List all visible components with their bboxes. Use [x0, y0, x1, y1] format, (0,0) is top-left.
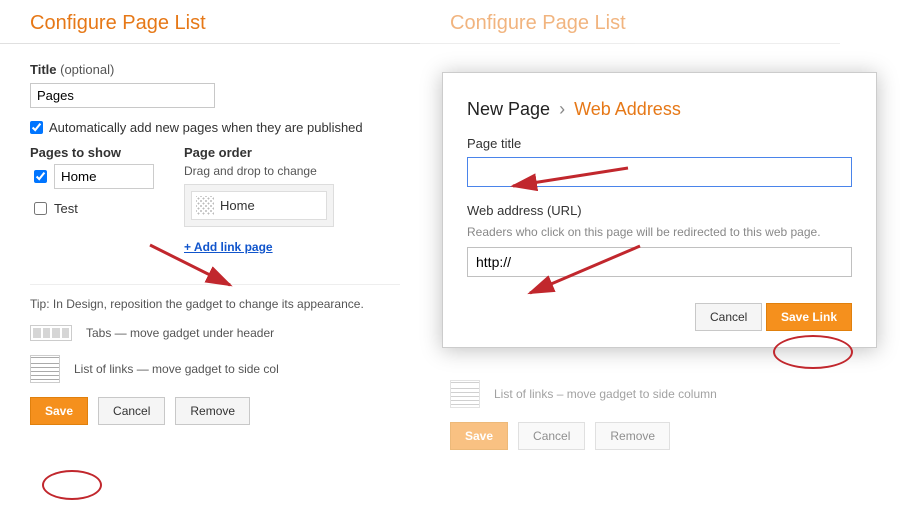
auto-add-row: Automatically add new pages when they ar… [30, 120, 400, 135]
page-order-hint: Drag and drop to change [184, 164, 334, 178]
divider [30, 284, 400, 285]
page-order-column: Page order Drag and drop to change Home … [184, 145, 334, 254]
list-icon [450, 380, 480, 408]
breadcrumb-first: New Page [467, 99, 550, 119]
pages-to-show-label: Pages to show [30, 145, 154, 160]
panel-heading: Configure Page List [450, 12, 820, 35]
drag-handle-icon[interactable] [196, 196, 214, 215]
hint-list-row: List of links – move gadget to side colu… [450, 380, 820, 408]
tip-text: Tip: In Design, reposition the gadget to… [30, 297, 400, 311]
hint-list-row: List of links — move gadget to side col [30, 355, 400, 383]
url-input[interactable] [467, 247, 852, 277]
page-title-label: Page title [467, 136, 852, 151]
remove-button[interactable]: Remove [175, 397, 250, 425]
modal-cancel-button[interactable]: Cancel [695, 303, 762, 331]
page-order-label: Page order [184, 145, 334, 160]
order-list: Home [184, 184, 334, 227]
page-checkbox-test[interactable] [34, 202, 47, 215]
modal-save-link-button[interactable]: Save Link [766, 303, 852, 331]
page-row-home [30, 164, 154, 189]
tabs-icon [30, 325, 72, 341]
save-button[interactable]: Save [30, 397, 88, 425]
modal-breadcrumb: New Page › Web Address [467, 99, 852, 120]
list-icon [30, 355, 60, 383]
page-name-test: Test [54, 201, 78, 216]
hint-tabs-row: Tabs — move gadget under header [30, 325, 400, 341]
cancel-button[interactable]: Cancel [98, 397, 165, 425]
page-title-input[interactable] [467, 157, 852, 187]
button-row: Save Cancel Remove [30, 397, 400, 425]
auto-add-checkbox[interactable] [30, 121, 43, 134]
order-item-home[interactable]: Home [191, 191, 327, 220]
configure-page-list-panel-left: Configure Page List Title (optional) Aut… [0, 0, 420, 425]
url-label: Web address (URL) [467, 203, 852, 218]
pages-to-show-column: Pages to show Test [30, 145, 154, 254]
auto-add-label: Automatically add new pages when they ar… [49, 120, 363, 135]
url-help: Readers who click on this page will be r… [467, 224, 852, 241]
page-row-test: Test [30, 199, 154, 218]
button-row: Save Cancel Remove [450, 422, 820, 450]
cancel-button[interactable]: Cancel [518, 422, 585, 450]
new-page-modal: New Page › Web Address Page title Web ad… [442, 72, 877, 348]
title-input[interactable] [30, 83, 215, 108]
remove-button[interactable]: Remove [595, 422, 670, 450]
annotation-ellipse-icon [42, 470, 102, 500]
chevron-right-icon: › [559, 99, 565, 119]
save-button[interactable]: Save [450, 422, 508, 450]
panel-heading: Configure Page List [30, 12, 400, 35]
page-checkbox-home[interactable] [34, 170, 47, 183]
add-link-page-link[interactable]: + Add link page [184, 240, 273, 254]
modal-button-row: Cancel Save Link [467, 303, 852, 331]
divider [420, 43, 840, 44]
divider [0, 43, 420, 44]
page-name-home[interactable] [54, 164, 154, 189]
title-label: Title (optional) [30, 62, 400, 77]
breadcrumb-current[interactable]: Web Address [574, 99, 681, 119]
